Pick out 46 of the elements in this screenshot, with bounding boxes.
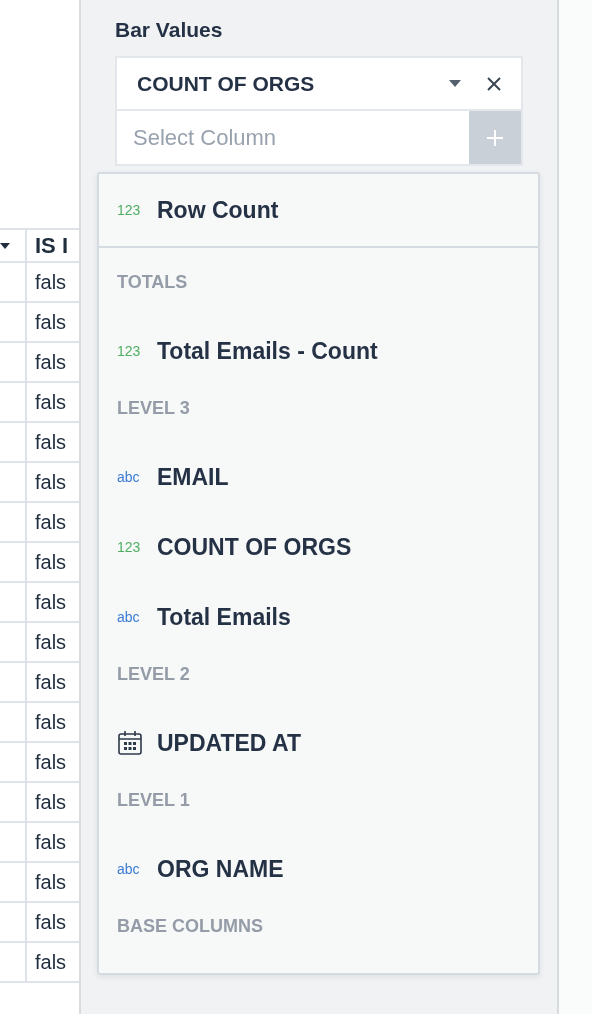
caret-icon[interactable]	[0, 242, 10, 249]
column-header[interactable]: IS I	[35, 232, 68, 259]
type-label: 123	[117, 539, 142, 555]
table-cell: fals	[35, 750, 67, 774]
table-cell: fals	[35, 550, 67, 574]
table-cell: fals	[35, 630, 67, 654]
type-label: abc	[117, 861, 141, 877]
group-header: LEVEL 3	[116, 396, 191, 420]
table-cell: fals	[35, 830, 67, 854]
table-cell: fals	[35, 710, 67, 734]
group-header: BASE COLUMNS	[116, 914, 264, 938]
type-label: abc	[117, 609, 141, 625]
menu-item[interactable]: 123 Row Count	[99, 196, 279, 224]
table-cell: fals	[35, 910, 67, 934]
table-cell: fals	[35, 270, 67, 294]
calendar-icon	[117, 730, 143, 756]
table-cell: fals	[35, 590, 67, 614]
section-label: Bar Values	[115, 18, 224, 42]
menu-item[interactable]: abc Total Emails	[99, 582, 538, 652]
table-cell: fals	[35, 470, 67, 494]
table-cell: fals	[35, 670, 67, 694]
menu-item[interactable]: UPDATED AT	[99, 708, 538, 778]
menu-item[interactable]: abc EMAIL	[99, 442, 538, 512]
type-label: 123	[117, 343, 142, 359]
table-cell: fals	[35, 950, 67, 974]
caret-icon[interactable]	[449, 80, 461, 87]
group-header: LEVEL 1	[116, 788, 191, 812]
table-cell: fals	[35, 350, 67, 374]
table-cell: fals	[35, 510, 67, 534]
menu-item[interactable]: 123 COUNT OF ORGS	[99, 512, 538, 582]
type-label: abc	[117, 469, 141, 485]
table-cell: fals	[35, 310, 67, 334]
table-cell: fals	[35, 870, 67, 894]
group-header: TOTALS	[116, 270, 189, 294]
close-icon[interactable]	[487, 76, 501, 91]
table-cell: fals	[35, 790, 67, 814]
table-cell: fals	[35, 430, 67, 454]
input-field[interactable]: Select Column	[117, 111, 469, 164]
table-cell: fals	[35, 390, 67, 414]
group-header: LEVEL 2	[116, 662, 191, 686]
menu-item[interactable]: 123 Total Emails - Count	[99, 316, 538, 386]
column-field[interactable]: Select Column	[115, 111, 523, 166]
menu-item[interactable]: abc ORG NAME	[99, 834, 538, 904]
plus-icon	[486, 128, 504, 147]
type-label: 123	[117, 202, 142, 218]
column-select[interactable]: COUNT OF ORGS	[115, 56, 523, 111]
